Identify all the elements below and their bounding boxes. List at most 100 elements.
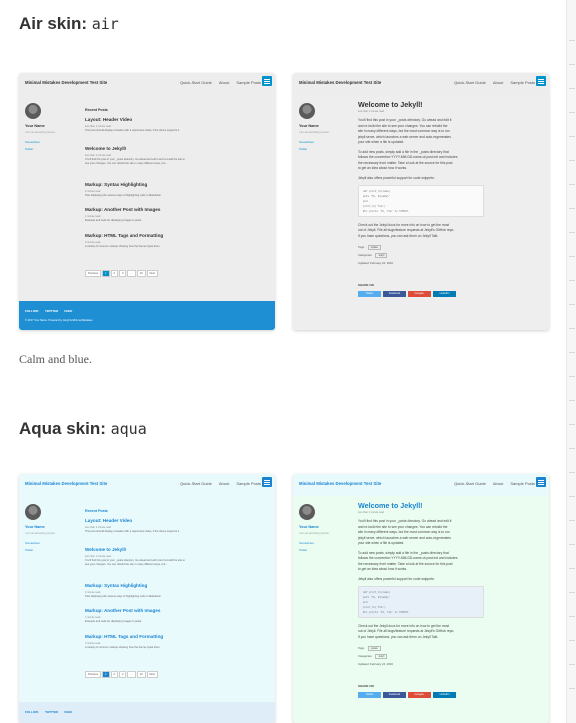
author-link[interactable]: Twitter xyxy=(299,147,307,151)
site-title-link[interactable]: Minimal Mistakes Development Test Site xyxy=(25,80,107,85)
share-twitter-button[interactable]: Twitter xyxy=(358,291,381,297)
share-twitter-button[interactable]: Twitter xyxy=(358,692,381,698)
gutter-tick xyxy=(569,304,575,305)
pagination-link[interactable]: 1 xyxy=(102,270,110,277)
author-link[interactable]: Twitter xyxy=(299,548,307,552)
author-link[interactable]: Somewhere xyxy=(25,541,40,545)
nav-link[interactable]: About xyxy=(493,80,503,85)
post-body-line: site in many different ways, but the mos… xyxy=(358,129,450,133)
footer-link[interactable]: TWITTER xyxy=(45,309,58,313)
post-title-link[interactable]: Markup: Another Post with Images xyxy=(85,207,160,212)
share-facebook-button[interactable]: Facebook xyxy=(383,291,406,297)
nav-link[interactable]: About xyxy=(219,80,229,85)
menu-toggle-button[interactable] xyxy=(536,76,546,86)
post-title-link[interactable]: Markup: HTML Tags and Formatting xyxy=(85,233,163,238)
pagination-link[interactable]: 10 xyxy=(136,270,146,277)
pagination-link[interactable]: ... xyxy=(127,671,136,678)
pagination-link[interactable]: Previous xyxy=(85,270,102,277)
post-meta: 4 minute read xyxy=(85,591,101,594)
pagination-link[interactable]: 1 xyxy=(102,671,110,678)
nav-link[interactable]: Quick-Start Guide xyxy=(180,481,212,486)
nav-link[interactable]: Sample Posts xyxy=(510,481,535,486)
pagination-link[interactable]: 2 xyxy=(110,270,118,277)
author-link[interactable]: Somewhere xyxy=(299,541,314,545)
categories-label: Categories: xyxy=(358,253,373,257)
nav-link[interactable]: Quick-Start Guide xyxy=(180,80,212,85)
post-excerpt: You'll find this post in your _posts dir… xyxy=(85,158,185,161)
masthead: Minimal Mistakes Development Test Site Qu… xyxy=(293,474,549,496)
hamburger-icon-bar xyxy=(264,82,270,84)
hamburger-icon-bar xyxy=(538,80,544,82)
post-meta: less than 1 minute read xyxy=(85,526,111,529)
gutter-tick xyxy=(569,280,575,281)
pagination-link[interactable]: Next xyxy=(146,671,158,678)
post-title-link[interactable]: Welcome to Jekyll! xyxy=(85,146,126,151)
pagination-link[interactable]: Next xyxy=(146,270,158,277)
nav-link[interactable]: Quick-Start Guide xyxy=(454,80,486,85)
nav-link[interactable]: About xyxy=(493,481,503,486)
gutter-tick xyxy=(569,640,575,641)
gutter-tick xyxy=(569,376,575,377)
author-name: Your Name xyxy=(25,525,45,529)
share-linkedin-button[interactable]: LinkedIn xyxy=(433,692,456,698)
post-title-link[interactable]: Markup: HTML Tags and Formatting xyxy=(85,634,163,639)
pagination-link[interactable]: 3 xyxy=(119,671,127,678)
author-link[interactable]: Somewhere xyxy=(299,140,314,144)
post-title-link[interactable]: Markup: Syntax Highlighting xyxy=(85,583,147,588)
site-title-link[interactable]: Minimal Mistakes Development Test Site xyxy=(299,481,381,486)
gutter-tick xyxy=(569,232,575,233)
post-excerpt: This post should display a header with a… xyxy=(85,129,180,132)
nav-link[interactable]: Sample Posts xyxy=(236,80,261,85)
nav-link[interactable]: Sample Posts xyxy=(236,481,261,486)
nav-link[interactable]: About xyxy=(219,481,229,486)
nav-link[interactable]: Quick-Start Guide xyxy=(454,481,486,486)
post-body-line: to get an idea about how it works. xyxy=(358,166,408,170)
author-link[interactable]: Twitter xyxy=(25,548,33,552)
author-bio: I am an amazing person. xyxy=(25,531,56,535)
pagination-link[interactable]: 3 xyxy=(119,270,127,277)
post-meta: 1 minute read xyxy=(85,215,101,218)
share-googleplus-button[interactable]: Google+ xyxy=(408,692,431,698)
pagination-link[interactable]: 10 xyxy=(136,671,146,678)
menu-toggle-button[interactable] xyxy=(262,76,272,86)
post-title-link[interactable]: Markup: Another Post with Images xyxy=(85,608,160,613)
site-title-link[interactable]: Minimal Mistakes Development Test Site xyxy=(25,481,107,486)
post-excerpt: A variety of common markup showing how t… xyxy=(85,646,161,649)
masthead-nav: Quick-Start Guide About Sample Posts xyxy=(447,481,535,486)
tag-chip[interactable]: update xyxy=(367,245,381,250)
post-title-link[interactable]: Markup: Syntax Highlighting xyxy=(85,182,147,187)
share-googleplus-button[interactable]: Google+ xyxy=(408,291,431,297)
post-body-line: Check out the Jekyll docs for more info … xyxy=(358,623,450,628)
post-body-line: the necessary front matter. Take a look … xyxy=(358,160,453,165)
pagination-link[interactable]: ... xyxy=(127,270,136,277)
tags-label: Tags: xyxy=(358,646,365,650)
category-chip[interactable]: Jekyll xyxy=(375,654,388,659)
footer-link[interactable]: FEED xyxy=(64,309,72,313)
author-link[interactable]: Twitter xyxy=(25,147,33,151)
code-snippet: def print_hi(name) puts "Hi, #{name}" end… xyxy=(358,184,484,217)
post-title-link[interactable]: Layout: Header Video xyxy=(85,518,132,523)
tag-chip[interactable]: update xyxy=(367,646,381,651)
category-chip[interactable]: Jekyll xyxy=(375,253,388,258)
post-body-line: Jekyll also offers powerful support for … xyxy=(358,576,435,581)
code-line: puts "Hi, #{name}" xyxy=(363,595,391,599)
page-scrollbar-track[interactable] xyxy=(566,0,576,723)
post-updated-date: Updated: February 24, 2016 xyxy=(358,662,393,666)
post-title-link[interactable]: Welcome to Jekyll! xyxy=(85,547,126,552)
footer-link[interactable]: TWITTER xyxy=(45,710,58,714)
pagination-link[interactable]: 2 xyxy=(110,671,118,678)
nav-link[interactable]: Sample Posts xyxy=(510,80,535,85)
menu-toggle-button[interactable] xyxy=(536,477,546,487)
code-line: print_hi('Tom') xyxy=(363,605,386,609)
share-linkedin-button[interactable]: LinkedIn xyxy=(433,291,456,297)
pagination-link[interactable]: Previous xyxy=(85,671,102,678)
author-link[interactable]: Somewhere xyxy=(25,140,40,144)
menu-toggle-button[interactable] xyxy=(262,477,272,487)
footer-link[interactable]: FEED xyxy=(64,710,72,714)
site-title-link[interactable]: Minimal Mistakes Development Test Site xyxy=(299,80,381,85)
share-facebook-button[interactable]: Facebook xyxy=(383,692,406,698)
section-heading-text: Aqua skin: xyxy=(19,419,111,438)
post-title-link[interactable]: Layout: Header Video xyxy=(85,117,132,122)
share-heading: SHARE ON xyxy=(358,684,374,688)
post-meta: 4 minute read xyxy=(85,190,101,193)
